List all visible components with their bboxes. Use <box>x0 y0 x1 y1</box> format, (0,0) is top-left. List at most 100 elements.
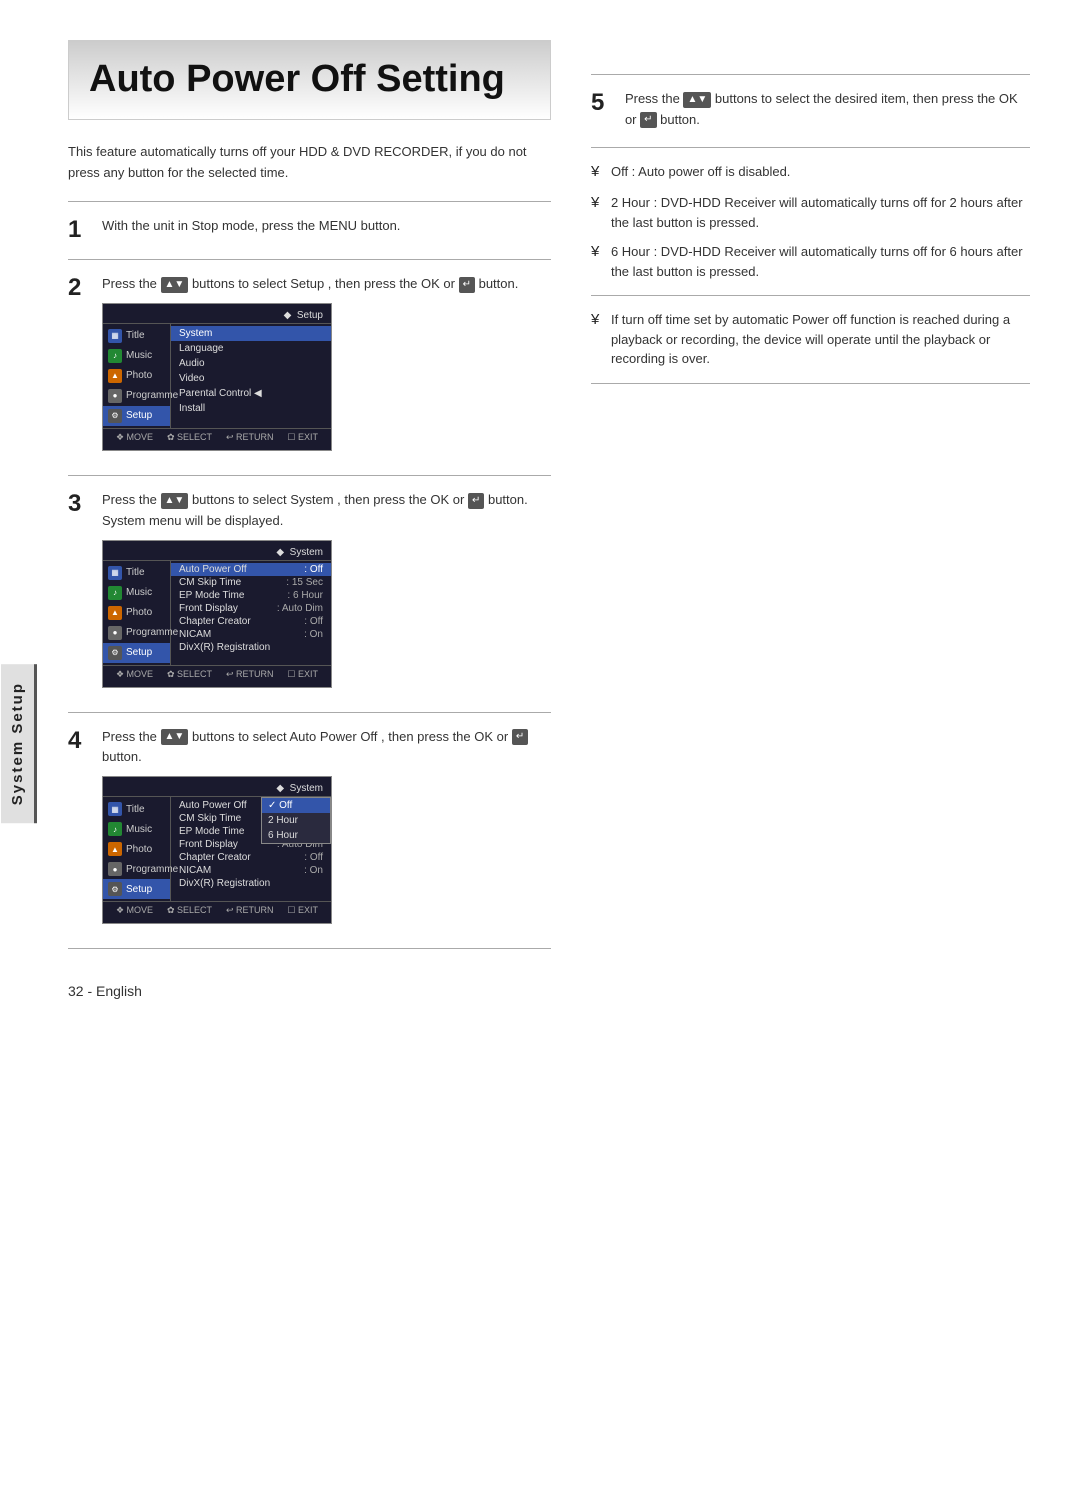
bullet-mark-4: ¥ <box>591 309 607 332</box>
sys2-sidebar-photo: ▲ Photo <box>103 839 170 859</box>
setup-icon: ⚙ <box>108 409 122 423</box>
page-title: Auto Power Off Setting <box>68 40 551 120</box>
divider-4 <box>68 712 551 713</box>
step-4: 4 Press the ▲▼ buttons to select Auto Po… <box>68 727 551 935</box>
sys-photo-icon: ▲ <box>108 606 122 620</box>
right-column: 5 Press the ▲▼ buttons to select the des… <box>591 40 1030 999</box>
sys-sidebar-photo: ▲ Photo <box>103 603 170 623</box>
popup-overlay: ✓ Off 2 Hour 6 Hour <box>261 797 331 844</box>
sys-music-icon: ♪ <box>108 586 122 600</box>
bullet-4: ¥ If turn off time set by automatic Powe… <box>591 310 1030 369</box>
sys-value-auto-power: : Off <box>304 564 323 575</box>
step-1-content: With the unit in Stop mode, press the ME… <box>102 216 551 245</box>
system-footer-1: ❖ MOVE ✿ SELECT ↩ RETURN ☐ EXIT <box>103 665 331 683</box>
footer-return: ↩ RETURN <box>226 432 274 443</box>
right-divider-3 <box>591 295 1030 296</box>
menu-header-1: ◆ Setup <box>103 308 331 324</box>
side-tab: System Setup <box>0 0 38 1487</box>
footer-select: ✿ SELECT <box>167 432 212 443</box>
enter-icon-4: ↵ <box>512 729 528 745</box>
step-1: 1 With the unit in Stop mode, press the … <box>68 216 551 245</box>
sys-value-chapter: : Off <box>304 616 323 627</box>
sys2-setup-icon: ⚙ <box>108 882 122 896</box>
right-divider-bottom <box>591 383 1030 384</box>
arrow-icon-5: ▲▼ <box>683 92 711 108</box>
sidebar-item-photo: ▲ Photo <box>103 366 170 386</box>
system-sidebar-2: ▦ Title ♪ Music ▲ Photo <box>103 797 171 901</box>
step-4-content: Press the ▲▼ buttons to select Auto Powe… <box>102 727 551 935</box>
sys-sidebar-label-music: Music <box>126 587 152 598</box>
system-menu-2: ◆ System ▦ Title ♪ Music <box>102 776 332 924</box>
intro-text: This feature automatically turns off you… <box>68 142 551 184</box>
menu-items-1: System Language Audio Video Parental Con… <box>171 324 331 428</box>
step-2: 2 Press the ▲▼ buttons to select Setup ,… <box>68 274 551 461</box>
programme-icon: ● <box>108 389 122 403</box>
side-tab-label: System Setup <box>1 664 37 823</box>
bullet-mark-1: ¥ <box>591 161 607 184</box>
sys2-footer-return: ↩ RETURN <box>226 905 274 916</box>
sys-sidebar-programme: ● Programme <box>103 623 170 643</box>
sys-row-auto-power: Auto Power Off : Off <box>171 563 331 576</box>
system-menu-1: ◆ System ▦ Title ♪ Music <box>102 540 332 688</box>
right-divider-2 <box>591 147 1030 148</box>
sys-sidebar-title: ▦ Title <box>103 563 170 583</box>
sys-label-auto-power: Auto Power Off <box>179 564 304 575</box>
sys2-sidebar-setup: ⚙ Setup <box>103 879 170 899</box>
main-content: Auto Power Off Setting This feature auto… <box>38 0 1080 1487</box>
menu-item-system: System <box>171 326 331 341</box>
step-5-text: Press the ▲▼ buttons to select the desir… <box>625 89 1030 131</box>
sys-title-icon: ▦ <box>108 566 122 580</box>
divider-1 <box>68 201 551 202</box>
step-5: 5 Press the ▲▼ buttons to select the des… <box>591 89 1030 131</box>
arrow-icon-4: ▲▼ <box>161 729 189 745</box>
sys2-photo-icon: ▲ <box>108 842 122 856</box>
step-3-content: Press the ▲▼ buttons to select System , … <box>102 490 551 698</box>
step-3: 3 Press the ▲▼ buttons to select System … <box>68 490 551 698</box>
menu-item-parental: Parental Control ◀ <box>171 386 331 401</box>
step-3-text: Press the ▲▼ buttons to select System , … <box>102 490 551 532</box>
arrow-icon-2: ▲▼ <box>161 277 189 293</box>
sidebar-label-setup: Setup <box>126 410 152 421</box>
step-1-text: With the unit in Stop mode, press the ME… <box>102 216 551 237</box>
sys2-label-divx: DivX(R) Registration <box>179 878 323 889</box>
sys2-label-nicam: NICAM <box>179 865 304 876</box>
bullet-3: ¥ 6 Hour : DVD-HDD Receiver will automat… <box>591 242 1030 281</box>
sys-sidebar-label-title: Title <box>126 567 145 578</box>
footer: 32 - English <box>68 963 551 999</box>
sys2-footer-select: ✿ SELECT <box>167 905 212 916</box>
system-footer-2: ❖ MOVE ✿ SELECT ↩ RETURN ☐ EXIT <box>103 901 331 919</box>
sys2-sidebar-label-photo: Photo <box>126 844 152 855</box>
bullet-mark-2: ¥ <box>591 192 607 215</box>
sys2-sidebar-title: ▦ Title <box>103 799 170 819</box>
bullet-text-2: 2 Hour : DVD-HDD Receiver will automatic… <box>611 193 1030 232</box>
sys-label-cm-skip: CM Skip Time <box>179 577 286 588</box>
step-3-number: 3 <box>68 490 96 519</box>
title-icon: ▦ <box>108 329 122 343</box>
menu-footer-1: ❖ MOVE ✿ SELECT ↩ RETURN ☐ EXIT <box>103 428 331 446</box>
bullet-text-4: If turn off time set by automatic Power … <box>611 310 1030 369</box>
sidebar-item-music: ♪ Music <box>103 346 170 366</box>
popup-item-2hour: 2 Hour <box>262 813 330 828</box>
menu-mockup-1: ◆ Setup ▦ Title ♪ Music <box>102 303 332 451</box>
enter-icon-5: ↵ <box>640 112 656 128</box>
sys-footer-select: ✿ SELECT <box>167 669 212 680</box>
menu-body-1: ▦ Title ♪ Music ▲ Photo <box>103 324 331 428</box>
sys-value-cm-skip: : 15 Sec <box>286 577 323 588</box>
step-2-content: Press the ▲▼ buttons to select Setup , t… <box>102 274 551 461</box>
menu-item-install: Install <box>171 401 331 416</box>
system-items-1: Auto Power Off : Off CM Skip Time : 15 S… <box>171 561 331 665</box>
sys-row-cm-skip: CM Skip Time : 15 Sec <box>171 576 331 589</box>
sys-label-front-display: Front Display <box>179 603 277 614</box>
music-icon: ♪ <box>108 349 122 363</box>
footer-exit: ☐ EXIT <box>287 432 318 443</box>
menu-item-language: Language <box>171 341 331 356</box>
sys2-value-nicam: : On <box>304 865 323 876</box>
step-2-text: Press the ▲▼ buttons to select Setup , t… <box>102 274 551 295</box>
sys-row-ep-mode: EP Mode Time : 6 Hour <box>171 589 331 602</box>
bullet-2: ¥ 2 Hour : DVD-HDD Receiver will automat… <box>591 193 1030 232</box>
step-4-number: 4 <box>68 727 96 756</box>
bullet-text-3: 6 Hour : DVD-HDD Receiver will automatic… <box>611 242 1030 281</box>
left-column: Auto Power Off Setting This feature auto… <box>68 40 551 999</box>
step-5-number: 5 <box>591 89 619 117</box>
divider-2 <box>68 259 551 260</box>
